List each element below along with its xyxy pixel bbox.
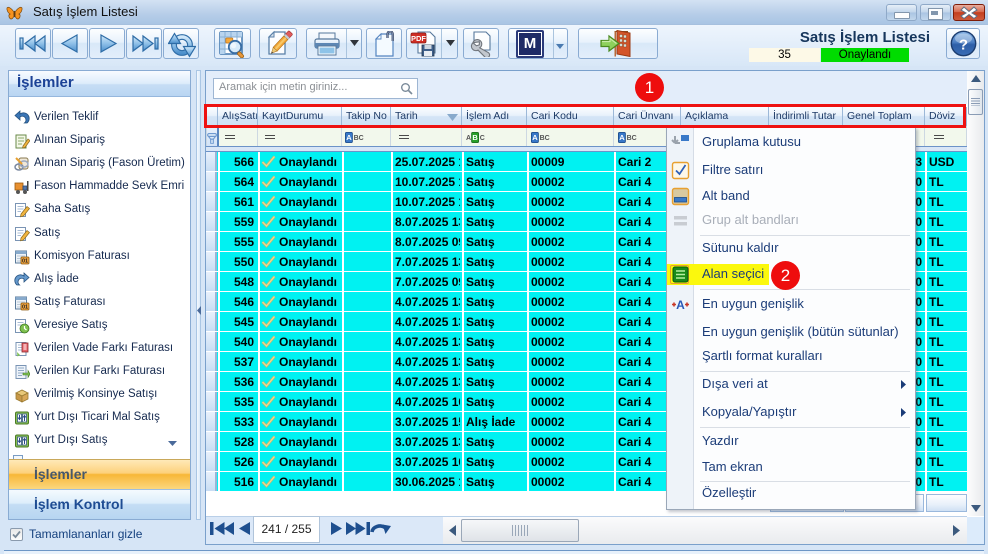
svg-text:01: 01 [22, 258, 28, 264]
svg-text:C: C [480, 135, 485, 142]
svg-text:PDF: PDF [411, 34, 426, 43]
svg-text:B: B [472, 133, 478, 142]
svg-text:01: 01 [22, 304, 28, 310]
svg-text:A: A [466, 135, 471, 142]
svg-text:A: A [346, 133, 352, 142]
svg-text:?: ? [959, 37, 968, 54]
svg-text:A: A [676, 298, 685, 312]
svg-text:A: A [619, 133, 625, 142]
svg-text:BC: BC [540, 135, 550, 142]
svg-text:A: A [532, 133, 538, 142]
svg-text:BC: BC [354, 135, 364, 142]
svg-text:BC: BC [627, 135, 637, 142]
